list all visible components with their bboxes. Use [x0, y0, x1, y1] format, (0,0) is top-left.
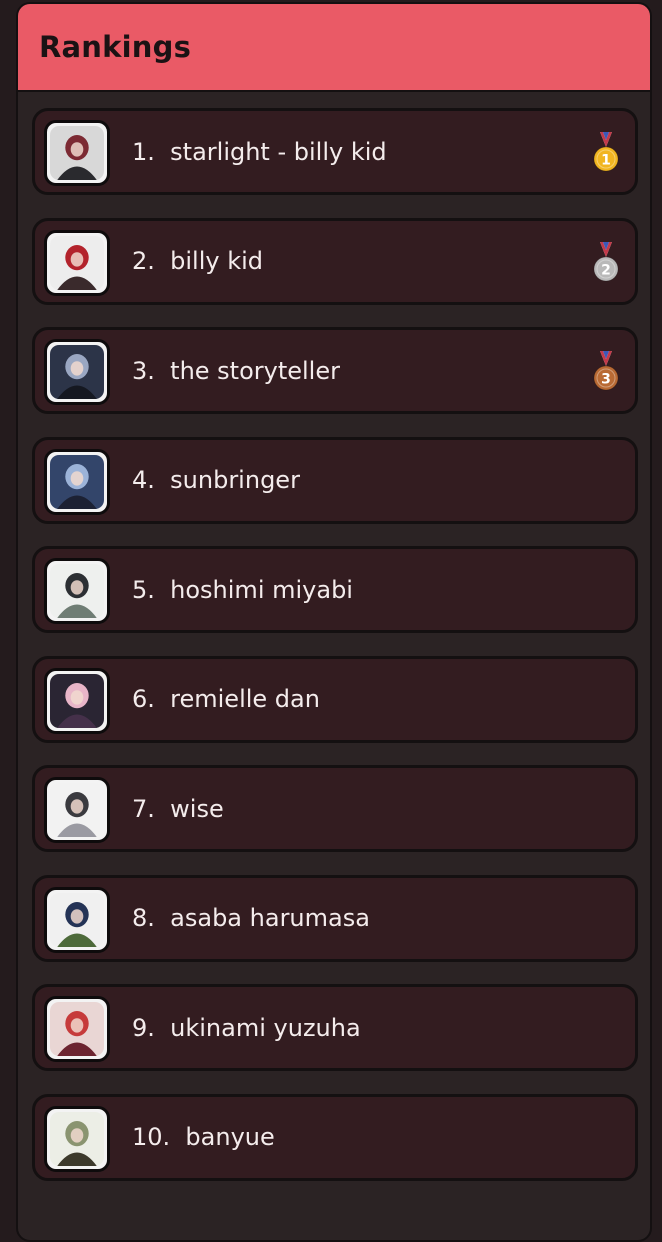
ranking-name: 9. ukinami yuzuha [132, 1013, 361, 1042]
ranking-item[interactable]: 8. asaba harumasa [32, 874, 638, 962]
rankings-panel: Rankings 1. starlight - billy kid 1 2. bil… [16, 2, 652, 1242]
ranking-item[interactable]: 6. remielle dan [32, 655, 638, 743]
page-title: Rankings [39, 30, 192, 64]
avatar [44, 558, 110, 624]
ranking-name: 10. banyue [132, 1123, 275, 1151]
medal-icon: 2 [591, 241, 621, 283]
ranking-name: 3. the storyteller [132, 356, 340, 385]
ranking-item[interactable]: 2. billy kid 2 [32, 217, 638, 305]
ranking-item[interactable]: 9. ukinami yuzuha [32, 984, 638, 1071]
ranking-name: 5. hoshimi miyabi [132, 575, 353, 604]
avatar [44, 996, 110, 1062]
avatar [44, 886, 110, 953]
medal-rank: 1 [601, 153, 611, 169]
avatar [44, 448, 110, 515]
ranking-item[interactable]: 4. sunbringer [32, 436, 638, 524]
ranking-name: 6. remielle dan [132, 685, 320, 713]
ranking-name: 8. asaba harumasa [132, 904, 370, 932]
avatar [44, 667, 110, 734]
avatar [44, 339, 110, 405]
medal-rank: 2 [601, 262, 611, 278]
ranking-item[interactable]: 10. banyue [32, 1093, 638, 1181]
ranking-item[interactable]: 7. wise [32, 765, 638, 852]
rankings-list: 1. starlight - billy kid 1 2. billy kid 2 3.… [32, 108, 638, 1203]
avatar [44, 1105, 110, 1172]
ranking-item[interactable]: 5. hoshimi miyabi [32, 546, 638, 633]
ranking-name: 4. sunbringer [132, 466, 300, 494]
medal-icon: 3 [591, 350, 621, 392]
rankings-header: Rankings [18, 4, 650, 92]
medal-rank: 3 [601, 372, 611, 388]
ranking-name: 2. billy kid [132, 247, 264, 275]
avatar [44, 777, 110, 843]
ranking-name: 1. starlight - billy kid [132, 137, 387, 166]
avatar [44, 229, 110, 296]
ranking-name: 7. wise [132, 794, 224, 823]
medal-icon: 1 [591, 131, 621, 173]
ranking-item[interactable]: 1. starlight - billy kid 1 [32, 108, 638, 195]
avatar [44, 120, 110, 186]
ranking-item[interactable]: 3. the storyteller 3 [32, 327, 638, 414]
